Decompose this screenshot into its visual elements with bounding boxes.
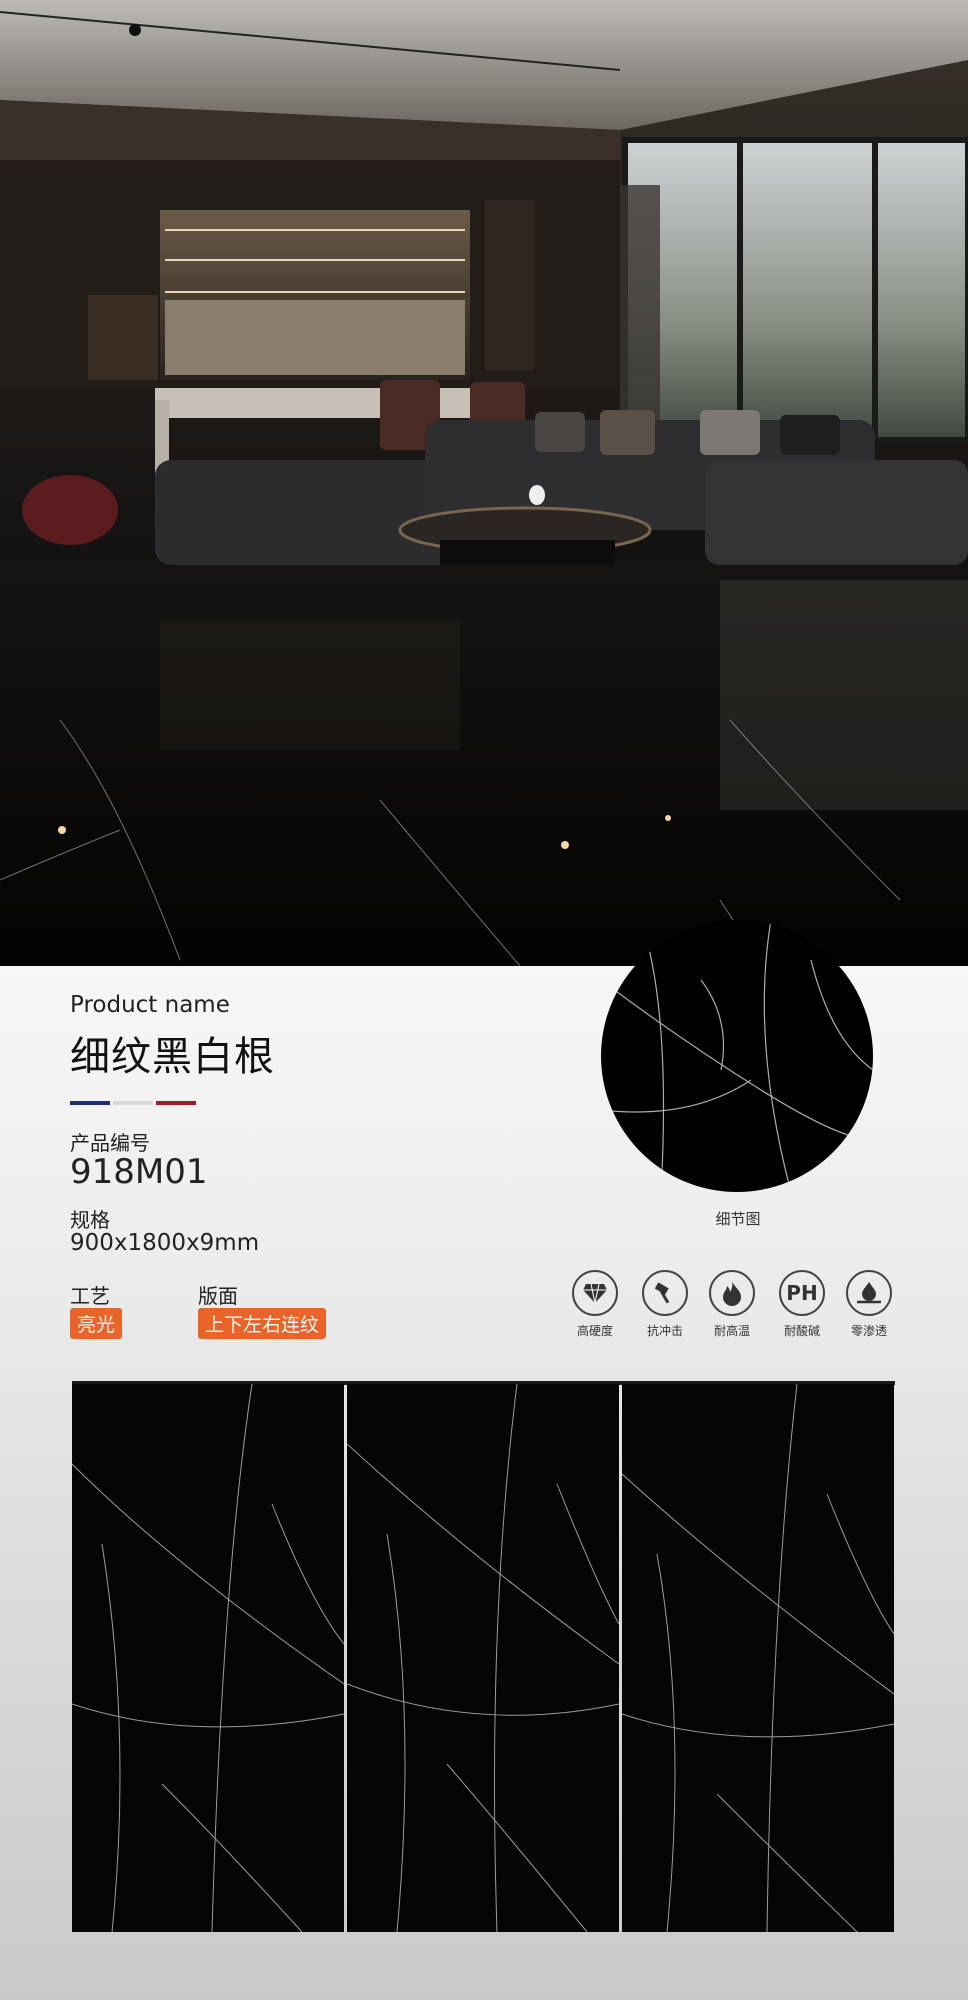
flame-icon <box>709 1270 755 1316</box>
divider-blue <box>70 1101 110 1105</box>
layout-badge: 上下左右连纹 <box>198 1308 327 1339</box>
feature-acid-alkali: PH 耐酸碱 <box>767 1270 837 1339</box>
detail-texture-image <box>601 920 873 1192</box>
product-name-label: Product name <box>70 992 230 1018</box>
room-scene-image <box>0 0 968 966</box>
water-drop-icon <box>846 1270 892 1316</box>
spec-value: 900x1800x9mm <box>70 1230 260 1256</box>
craft-label: 工艺 <box>70 1284 110 1308</box>
hammer-icon <box>642 1270 688 1316</box>
product-name: 细纹黑白根 <box>70 1034 275 1080</box>
feature-label: 耐高温 <box>713 1324 750 1338</box>
feature-label: 高硬度 <box>576 1324 613 1338</box>
divider-white <box>113 1101 153 1105</box>
spec-label: 规格 <box>70 1208 110 1232</box>
feature-heat: 耐高温 <box>697 1270 767 1339</box>
layout-label: 版面 <box>198 1284 238 1308</box>
feature-label: 耐酸碱 <box>783 1324 820 1338</box>
room-scene-illustration <box>0 0 968 966</box>
slab-panel-1 <box>72 1384 344 1932</box>
feature-label: 零渗透 <box>850 1324 887 1338</box>
diamond-icon <box>572 1270 618 1316</box>
slab-panel-2 <box>347 1384 619 1932</box>
feature-label: 抗冲击 <box>646 1324 683 1338</box>
detail-caption: 细节图 <box>715 1210 761 1228</box>
feature-impact: 抗冲击 <box>630 1270 700 1339</box>
slab-panel-3 <box>622 1384 894 1932</box>
craft-badge: 亮光 <box>70 1308 123 1339</box>
ph-icon: PH <box>779 1270 825 1316</box>
feature-zero-seepage: 零渗透 <box>834 1270 904 1339</box>
product-code: 918M01 <box>70 1152 208 1192</box>
divider-red <box>156 1101 196 1105</box>
feature-hardness: 高硬度 <box>560 1270 630 1339</box>
